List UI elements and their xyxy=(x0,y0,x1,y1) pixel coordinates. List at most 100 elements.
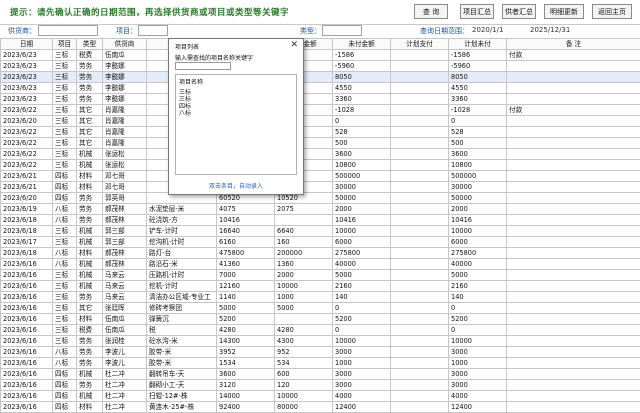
table-row[interactable]: 2023/6/16三标其它张廷晖修砖考察团5000500000 xyxy=(1,303,640,314)
table-cell: 肖嘉隆 xyxy=(103,116,147,127)
table-row[interactable]: 2023/6/16三标税费伍南瓜税4280428000 xyxy=(1,325,640,336)
table-cell: 材料 xyxy=(77,314,103,325)
table-row[interactable]: 2023/6/16三标劳务马来云清洁办公区域-专业工11401000140140 xyxy=(1,292,640,303)
table-cell xyxy=(507,182,640,193)
back-home-button[interactable]: 返回主页 xyxy=(592,4,632,19)
table-row[interactable]: 2023/6/23三标劳务李懿娜805080508050 xyxy=(1,72,640,83)
table-row[interactable]: 2023/6/16八标机械郝茂林路沿石-米4136013604000040000 xyxy=(1,259,640,270)
table-cell: 528 xyxy=(333,127,391,138)
table-cell: 2023/6/18 xyxy=(1,226,53,237)
table-row[interactable]: 2023/6/19八标劳务郝茂林水泥垫层-米4075207520002000 xyxy=(1,204,640,215)
table-cell: 机械 xyxy=(77,160,103,171)
table-cell: -1028 xyxy=(333,105,391,116)
table-cell: 40000 xyxy=(333,259,391,270)
table-cell: 三标 xyxy=(53,72,77,83)
table-row[interactable]: 2023/6/16四标机械杜二冲翻转吊车-天360060030003000 xyxy=(1,369,640,380)
type-input[interactable] xyxy=(322,25,362,36)
table-cell xyxy=(391,270,449,281)
table-cell: 0 xyxy=(333,303,391,314)
table-cell: 三标 xyxy=(53,325,77,336)
project-listbox[interactable]: 项目名称 三标 三标 四标 八标 xyxy=(175,74,297,175)
query-button[interactable]: 查 询 xyxy=(414,4,448,19)
table-cell: 材料 xyxy=(77,182,103,193)
table-cell: 四标 xyxy=(53,369,77,380)
table-row[interactable]: 2023/6/22三标其它肖嘉隆528528528 xyxy=(1,127,640,138)
table-cell: 10000 xyxy=(275,281,333,292)
table-cell: 200000 xyxy=(275,248,333,259)
project-input[interactable] xyxy=(138,25,168,36)
top-toolbar: 提示：请先确认正确的日期范围，再选择供货商或项目或类型等关键字 查 询 项目汇总… xyxy=(0,0,640,25)
list-item[interactable]: 八标 xyxy=(179,108,191,117)
table-cell: 郭三部 xyxy=(103,237,147,248)
table-cell: 500 xyxy=(333,138,391,149)
table-cell: 952 xyxy=(275,347,333,358)
table-cell: 8050 xyxy=(333,72,391,83)
supplier-summary-button[interactable]: 供者汇总 xyxy=(502,4,536,19)
table-row[interactable]: 2023/6/16三标劳务张润桂砼水沟-米1430043001000010000 xyxy=(1,336,640,347)
project-summary-button[interactable]: 项目汇总 xyxy=(460,4,494,19)
close-icon[interactable]: ✕ xyxy=(290,40,298,50)
table-cell: 40000 xyxy=(449,259,507,270)
table-cell xyxy=(391,303,449,314)
table-cell: 5000 xyxy=(449,270,507,281)
table-row[interactable]: 2023/6/16八标劳务李波儿胶带-米153453410001000 xyxy=(1,358,640,369)
table-cell: 5000 xyxy=(217,303,275,314)
table-cell: 2023/6/23 xyxy=(1,83,53,94)
detail-update-button[interactable]: 明细更新 xyxy=(544,4,584,19)
table-row[interactable]: 2023/6/16四标劳务杜二冲翻砌小工-天312012030003000 xyxy=(1,380,640,391)
table-cell: 30000 xyxy=(449,182,507,193)
table-row[interactable]: 2023/6/17三标机械郭三部挖沟机-计时616016060006000 xyxy=(1,237,640,248)
table-cell: 三标 xyxy=(53,292,77,303)
table-cell xyxy=(391,369,449,380)
table-cell: 张运松 xyxy=(103,149,147,160)
table-cell xyxy=(391,259,449,270)
end-date-field[interactable]: 2025/12/31 xyxy=(530,26,570,34)
table-row[interactable]: 2023/6/20四标劳务郭英哥60520105205000050000 xyxy=(1,193,640,204)
table-cell xyxy=(507,61,640,72)
table-cell: 3120 xyxy=(217,380,275,391)
table-row[interactable]: 2023/6/16三标机械马来云压路机-计时7000200050005000 xyxy=(1,270,640,281)
table-row[interactable]: 2023/6/22三标其它肖嘉隆55005000500500 xyxy=(1,138,640,149)
table-cell: -1586 xyxy=(333,50,391,61)
table-row[interactable]: 2023/6/20三标其它肖嘉隆2600260000 xyxy=(1,116,640,127)
table-cell: 12400 xyxy=(449,402,507,413)
start-date-field[interactable]: 2020/1/1 xyxy=(472,26,503,34)
table-cell: 2023/6/16 xyxy=(1,347,53,358)
column-header: 计划支付 xyxy=(391,39,449,50)
table-row[interactable]: 2023/6/23三标劳务李懿娜336033603360 xyxy=(1,94,640,105)
supplier-input[interactable] xyxy=(38,25,98,36)
table-cell xyxy=(507,83,640,94)
table-row[interactable]: 2023/6/16三标机械马来云挖机-计时121601000021602160 xyxy=(1,281,640,292)
table-row[interactable]: 2023/6/23三标税费伍南瓜1586-1586-1586付款 xyxy=(1,50,640,61)
project-search-input[interactable] xyxy=(175,62,231,70)
table-cell xyxy=(507,127,640,138)
table-row[interactable]: 2023/6/16四标材料杜二冲黄连木-25#-株924008000012400… xyxy=(1,402,640,413)
table-row[interactable]: 2023/6/21四标材料邓七哥53535035350500000500000 xyxy=(1,171,640,182)
table-cell: 邓七哥 xyxy=(103,182,147,193)
table-cell: 砼水沟-米 xyxy=(147,336,217,347)
table-row[interactable]: 2023/6/22三标机械张运松108001080010800 xyxy=(1,160,640,171)
table-cell xyxy=(391,292,449,303)
table-row[interactable]: 2023/6/18三标机械郭三部铲车-计时1664066401000010000 xyxy=(1,226,640,237)
table-cell: 马来云 xyxy=(103,292,147,303)
supplier-label: 供货商： xyxy=(8,26,36,36)
table-cell: 2023/6/23 xyxy=(1,50,53,61)
table-row[interactable]: 2023/6/22三标其它肖嘉隆01028-1028-1028付款 xyxy=(1,105,640,116)
table-row[interactable]: 2023/6/21四标材料邓七哥6300006000003000030000 xyxy=(1,182,640,193)
table-row[interactable]: 2023/6/23三标劳务李懿娜455045504550 xyxy=(1,83,640,94)
table-cell xyxy=(391,237,449,248)
table-cell: 三标 xyxy=(53,149,77,160)
table-row[interactable]: 2023/6/22三标机械张运松360036003600 xyxy=(1,149,640,160)
table-row[interactable]: 2023/6/16三标材料伍南瓜弹簧沉520052005200 xyxy=(1,314,640,325)
table-row[interactable]: 2023/6/18八标劳务郝茂林砼浇筑-方104161041610416 xyxy=(1,215,640,226)
table-cell: 2023/6/16 xyxy=(1,259,53,270)
table-cell: 翻转吊车-天 xyxy=(147,369,217,380)
table-cell: 10800 xyxy=(449,160,507,171)
table-cell: 砼浇筑-方 xyxy=(147,215,217,226)
table-cell xyxy=(507,336,640,347)
table-row[interactable]: 2023/6/23三标劳务李懿娜05960-5960-5960 xyxy=(1,61,640,72)
table-row[interactable]: 2023/6/16八标劳务李波儿胶带-米395295230003000 xyxy=(1,347,640,358)
column-header: 供货商 xyxy=(103,39,147,50)
table-row[interactable]: 2023/6/18八标材料郝茂林路灯-台47580020000027580027… xyxy=(1,248,640,259)
table-cell xyxy=(391,325,449,336)
